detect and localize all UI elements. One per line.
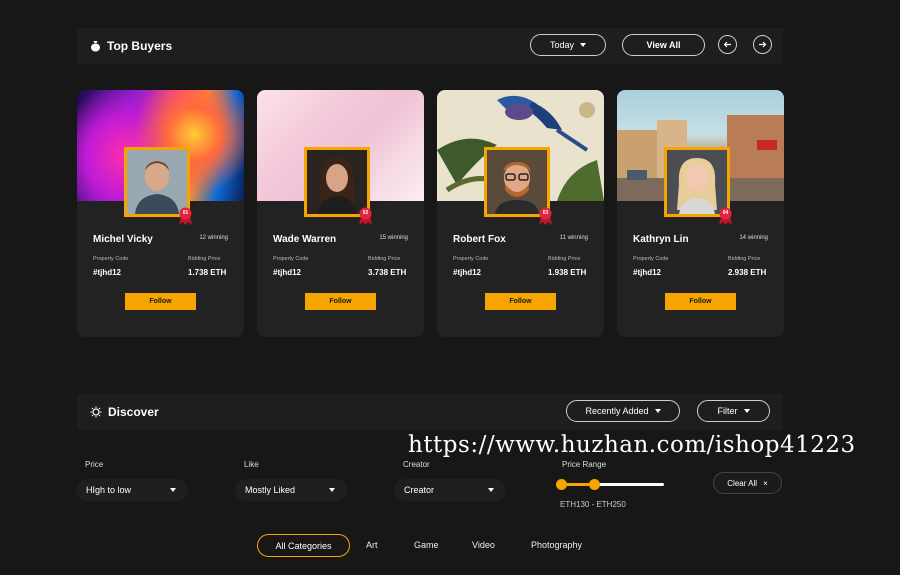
category-tab-art[interactable]: Art <box>366 540 378 550</box>
property-code-value: #tjhd12 <box>273 268 302 277</box>
follow-button[interactable]: Follow <box>125 293 196 310</box>
buyer-name: Wade Warren <box>273 234 337 245</box>
buyer-name: Kathryn Lin <box>633 234 689 245</box>
buyer-name: Michel Vicky <box>93 234 153 245</box>
chevron-down-icon <box>488 488 494 492</box>
winning-count: 11 winning <box>559 235 588 241</box>
price-range-max-handle[interactable] <box>589 479 600 490</box>
sort-dropdown-label: Recently Added <box>585 406 649 416</box>
rank-number: 03 <box>542 210 549 216</box>
bidding-price-value: 1.738 ETH <box>188 268 227 277</box>
buyer-card: 03 Robert Fox 11 winning Property Code B… <box>437 90 604 337</box>
bidding-price-label: Bidding Price <box>188 256 221 262</box>
sort-dropdown[interactable]: Recently Added <box>566 400 680 422</box>
bidding-price-label: Bidding Price <box>548 256 581 262</box>
price-range-label: Price Range <box>562 460 607 469</box>
chevron-down-icon <box>329 488 335 492</box>
period-dropdown-label: Today <box>549 40 575 50</box>
winning-count: 14 winning <box>739 235 768 241</box>
property-code-label: Property Code <box>453 256 489 262</box>
chevron-down-icon <box>654 409 661 413</box>
property-code-value: #tjhd12 <box>633 268 662 277</box>
buyer-card: 01 Michel Vicky 12 winning Property Code… <box>77 90 244 337</box>
bidding-price-value: 3.738 ETH <box>368 268 407 277</box>
category-tab-photography[interactable]: Photography <box>531 540 582 550</box>
bidding-price-label: Bidding Price <box>368 256 401 262</box>
discover-title-text: Discover <box>108 405 159 419</box>
property-code-label: Property Code <box>633 256 669 262</box>
period-dropdown[interactable]: Today <box>530 34 606 56</box>
bidding-price-value: 2.938 ETH <box>728 268 767 277</box>
money-bag-icon <box>89 40 101 52</box>
buyer-card: 02 Wade Warren 15 winning Property Code … <box>257 90 424 337</box>
price-select[interactable]: HIgh to low <box>76 479 188 501</box>
creator-filter-label: Creator <box>403 460 430 469</box>
filter-button[interactable]: Filter <box>697 400 770 422</box>
rank-number: 01 <box>182 210 189 216</box>
creator-select[interactable]: Creator <box>394 479 506 501</box>
view-all-label: View All <box>646 40 681 50</box>
bidding-price-value: 1.938 ETH <box>548 268 587 277</box>
like-select-value: Mostly Liked <box>245 485 296 495</box>
winning-count: 12 winning <box>199 235 228 241</box>
discover-title: Discover <box>77 405 159 419</box>
price-select-value: HIgh to low <box>86 485 132 495</box>
property-code-value: #tjhd12 <box>93 268 122 277</box>
property-code-label: Property Code <box>93 256 129 262</box>
bulb-icon <box>90 406 102 418</box>
clear-all-button[interactable]: Clear All × <box>713 472 782 494</box>
winning-count: 15 winning <box>379 235 408 241</box>
buyer-name: Robert Fox <box>453 234 506 245</box>
close-icon: × <box>763 478 768 488</box>
category-tab-video[interactable]: Video <box>472 540 495 550</box>
category-tab-all[interactable]: All Categories <box>257 534 350 557</box>
top-buyers-title-text: Top Buyers <box>107 39 173 53</box>
arrow-left-icon <box>723 41 731 48</box>
rank-number: 04 <box>722 210 729 216</box>
like-filter-label: Like <box>244 460 259 469</box>
chevron-down-icon <box>170 488 176 492</box>
rank-number: 02 <box>362 210 369 216</box>
bidding-price-label: Bidding Price <box>728 256 761 262</box>
clear-all-label: Clear All <box>727 478 758 488</box>
follow-button[interactable]: Follow <box>305 293 376 310</box>
view-all-button[interactable]: View All <box>622 34 705 56</box>
price-range-value: ETH130 - ETH250 <box>560 500 626 509</box>
creator-select-value: Creator <box>404 485 435 495</box>
follow-button[interactable]: Follow <box>485 293 556 310</box>
arrow-right-icon <box>759 41 767 48</box>
filter-button-label: Filter <box>717 406 738 416</box>
chevron-down-icon <box>580 43 587 47</box>
top-buyers-title: Top Buyers <box>77 39 172 53</box>
price-filter-label: Price <box>85 460 104 469</box>
follow-button[interactable]: Follow <box>665 293 736 310</box>
category-tab-game[interactable]: Game <box>414 540 439 550</box>
chevron-down-icon <box>743 409 750 413</box>
price-range-min-handle[interactable] <box>556 479 567 490</box>
watermark-url: https://www.huzhan.com/ishop41223 <box>408 432 856 458</box>
next-button[interactable] <box>753 35 772 54</box>
like-select[interactable]: Mostly Liked <box>235 479 347 501</box>
property-code-label: Property Code <box>273 256 309 262</box>
prev-button[interactable] <box>718 35 737 54</box>
buyer-card: 04 Kathryn Lin 14 winning Property Code … <box>617 90 784 337</box>
property-code-value: #tjhd12 <box>453 268 482 277</box>
